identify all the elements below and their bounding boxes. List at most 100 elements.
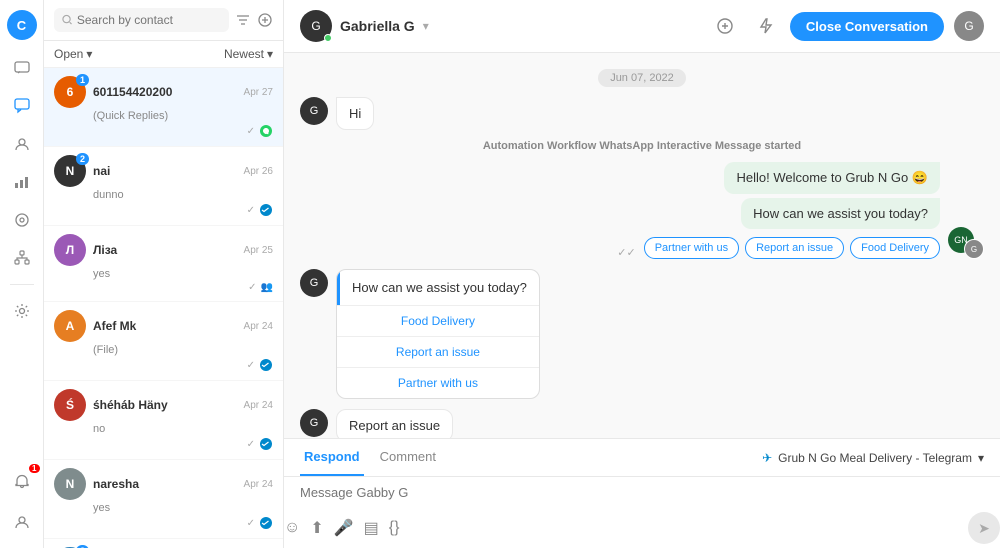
conv-meta: ✓ 👥 <box>54 282 273 293</box>
channel-label: Grub N Go Meal Delivery - Telegram <box>778 451 972 465</box>
contact-avatar: G <box>300 10 332 42</box>
tab-comment[interactable]: Comment <box>376 439 440 476</box>
interactive-btn-partner[interactable]: Partner with us <box>337 367 539 398</box>
conv-date: Apr 25 <box>244 245 273 256</box>
user-avatar-button[interactable]: G <box>954 11 984 41</box>
footer-tools: ☺ ⬆ 🎤 ▤ {} <box>284 518 399 538</box>
conversation-item[interactable]: Ś śhéháb Häny Apr 24 no ✓ <box>44 381 283 460</box>
conv-avatar: N <box>54 468 86 500</box>
conversation-item[interactable]: M 3 Md Likhon Khan Apr 24 Group link ✓ f <box>44 539 283 548</box>
channel-dropdown-icon: ▾ <box>978 451 984 465</box>
chat-footer: Respond Comment ✈ Grub N Go Meal Deliver… <box>284 438 1000 548</box>
conv-preview: no <box>54 423 273 435</box>
unread-badge: 1 <box>76 74 89 86</box>
unread-badge: 2 <box>76 153 89 165</box>
date-divider: Jun 07, 2022 <box>598 69 686 87</box>
conv-meta: ✓ <box>54 516 273 530</box>
incoming-avatar: G <box>300 97 328 125</box>
conv-meta: ✓ <box>54 358 273 372</box>
telegram-channel-icon <box>259 516 273 530</box>
tab-respond[interactable]: Respond <box>300 439 364 476</box>
conv-preview: dunno <box>54 189 273 201</box>
qr-partner[interactable]: Partner with us <box>644 237 739 259</box>
conversation-item[interactable]: N 2 nai Apr 26 dunno ✓ <box>44 147 283 226</box>
sidebar-item-organization[interactable] <box>6 242 38 274</box>
message-input[interactable] <box>300 485 984 500</box>
conversation-item[interactable]: 6 1 601154420200 Apr 27 (Quick Replies) … <box>44 68 283 147</box>
sidebar-item-labels[interactable] <box>6 204 38 236</box>
header-actions: Close Conversation G <box>710 11 984 41</box>
footer-toolbar: ☺ ⬆ 🎤 ▤ {} ➤ <box>284 508 1000 548</box>
conv-name: nai <box>93 164 237 178</box>
message-bubble: Hi <box>336 97 374 130</box>
user-avatar[interactable]: C <box>7 10 37 40</box>
message-incoming-selected: G Report an issue <box>300 409 453 438</box>
template-icon[interactable]: ▤ <box>364 518 379 538</box>
outgoing-avatar-stack: GN G <box>948 227 984 259</box>
chat-header: G Gabriella G ▾ Close Conversation G <box>284 0 1000 53</box>
contact-dropdown-icon[interactable]: ▾ <box>423 19 429 33</box>
chat-contact-info[interactable]: G Gabriella G ▾ <box>300 10 700 42</box>
chat-messages-area: Jun 07, 2022 G Hi Automation Workflow Wh… <box>284 53 1000 438</box>
qr-food-delivery[interactable]: Food Delivery <box>850 237 940 259</box>
left-navigation: C <box>0 0 44 548</box>
conv-preview: yes <box>54 268 273 280</box>
read-check: ✓ <box>247 360 255 371</box>
search-input[interactable] <box>77 13 221 27</box>
conversation-list-panel: Open ▾ Newest ▾ 6 1 601154420200 Apr 27 … <box>44 0 284 548</box>
sidebar-item-reports[interactable] <box>6 166 38 198</box>
new-conversation-icon[interactable] <box>257 12 273 28</box>
sidebar-item-notifications[interactable]: 1 <box>6 466 38 498</box>
sidebar-item-new-conversation[interactable] <box>6 52 38 84</box>
read-check: ✓ <box>248 282 256 293</box>
conv-date: Apr 24 <box>244 479 273 490</box>
chat-main-area: G Gabriella G ▾ Close Conversation G <box>284 0 1000 548</box>
qr-report[interactable]: Report an issue <box>745 237 844 259</box>
system-message: Automation Workflow WhatsApp Interactive… <box>483 140 801 152</box>
online-indicator <box>324 34 332 42</box>
footer-channel-selector[interactable]: ✈ Grub N Go Meal Delivery - Telegram ▾ <box>762 451 984 465</box>
sidebar-item-contacts[interactable] <box>6 128 38 160</box>
message-interactive-bubble: How can we assist you today? Food Delive… <box>336 269 540 399</box>
telegram-channel-icon <box>259 437 273 451</box>
conv-name: naresha <box>93 477 237 491</box>
whatsapp-channel-icon <box>259 124 273 138</box>
conv-name: śhéháb Häny <box>93 398 237 412</box>
message-outgoing-welcome: ✓✓ Hello! Welcome to Grub N Go 😄 How can… <box>617 162 984 259</box>
conv-meta: ✓ <box>54 124 273 138</box>
message-bubble-welcome: Hello! Welcome to Grub N Go 😄 <box>724 162 940 194</box>
filter-newest[interactable]: Newest ▾ <box>224 47 273 61</box>
footer-tab-group: Respond Comment <box>300 439 452 476</box>
sidebar-item-conversations[interactable] <box>6 90 38 122</box>
message-bubble-assist: How can we assist you today? <box>741 198 940 229</box>
conv-date: Apr 26 <box>244 166 273 177</box>
conversation-item[interactable]: A Afef Mk Apr 24 (File) ✓ <box>44 302 283 381</box>
conv-meta: ✓ <box>54 203 273 217</box>
close-conversation-button[interactable]: Close Conversation <box>790 12 944 41</box>
emoji-icon[interactable]: ☺ <box>284 519 300 537</box>
selected-option-bubble: Report an issue <box>336 409 453 438</box>
lightning-icon[interactable] <box>750 11 780 41</box>
sidebar-item-profile[interactable] <box>6 506 38 538</box>
conversation-item[interactable]: Л Ліза Apr 25 yes ✓ 👥 <box>44 226 283 302</box>
filter-open[interactable]: Open ▾ <box>54 47 92 61</box>
search-box[interactable] <box>54 8 229 32</box>
conversation-filters: Open ▾ Newest ▾ <box>44 41 283 68</box>
interactive-btn-report[interactable]: Report an issue <box>337 336 539 367</box>
message-incoming-interactive: G How can we assist you today? Food Deli… <box>300 269 540 399</box>
filter-icon[interactable] <box>235 12 251 28</box>
attachment-icon[interactable]: ⬆ <box>310 518 323 538</box>
audio-icon[interactable]: 🎤 <box>334 518 354 538</box>
read-check: ✓ <box>247 518 255 529</box>
send-button[interactable]: ➤ <box>968 512 1000 544</box>
conv-name: Ліза <box>93 243 237 257</box>
message-check: ✓✓ <box>617 246 635 259</box>
conversation-item[interactable]: N naresha Apr 24 yes ✓ <box>44 460 283 539</box>
sidebar-item-settings[interactable] <box>6 295 38 327</box>
interactive-btn-food-delivery[interactable]: Food Delivery <box>337 306 539 336</box>
read-check: ✓ <box>247 439 255 450</box>
interactive-body: How can we assist you today? <box>337 270 539 305</box>
more-icon[interactable]: {} <box>389 519 400 537</box>
conv-preview: yes <box>54 502 273 514</box>
mute-icon[interactable] <box>710 11 740 41</box>
